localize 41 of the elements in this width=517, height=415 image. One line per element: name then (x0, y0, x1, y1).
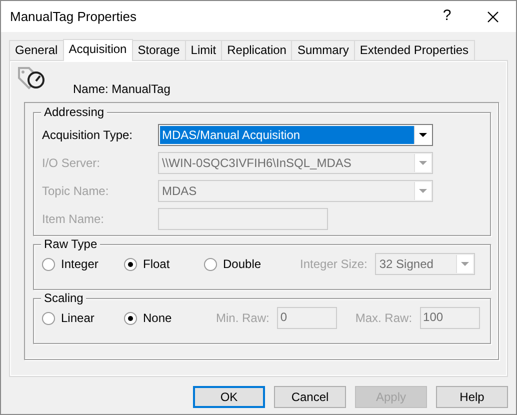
group-title: Scaling (41, 291, 86, 305)
close-icon (487, 10, 499, 22)
dropdown-arrow-icon (419, 161, 427, 165)
radio-option[interactable]: Float (124, 255, 204, 273)
field-label: Topic Name: (42, 183, 110, 200)
radio-button[interactable] (124, 258, 137, 270)
field-label: Min. Raw: (216, 310, 270, 327)
dialog-button[interactable]: Cancel (274, 386, 346, 408)
window-title: ManualTag Properties (10, 8, 138, 26)
radio-option[interactable]: Double (204, 255, 300, 273)
field-label: I/O Server: (42, 155, 102, 172)
dropdown: \\WIN-0SQC3IVFIH6\InSQL_MDAS (158, 152, 433, 174)
radio-button[interactable] (124, 312, 137, 324)
radio-option[interactable]: Linear (42, 309, 124, 327)
group-title: Addressing (41, 105, 108, 119)
dropdown-arrow-icon (419, 189, 427, 193)
radio-button[interactable] (204, 258, 217, 270)
tab[interactable]: Acquisition (62, 39, 133, 61)
dropdown-arrow-icon (419, 133, 427, 137)
radio-button[interactable] (42, 258, 55, 270)
field-label: Integer Size: (300, 256, 368, 273)
group-title: Raw Type (41, 237, 100, 251)
dialog-button[interactable]: OK (193, 386, 265, 408)
dialog-button[interactable]: Help (436, 386, 508, 408)
help-button[interactable]: ? (424, 5, 470, 28)
radio-option[interactable]: None (124, 309, 216, 327)
tab[interactable]: General (9, 40, 64, 60)
dropdown: 32 Signed (375, 253, 476, 275)
dropdown-arrow-icon (461, 262, 470, 266)
tag-name-label: Name: ManualTag (73, 81, 170, 98)
radio-button[interactable] (42, 312, 55, 324)
field-label: Max. Raw: (355, 310, 412, 327)
tab[interactable]: Extended Properties (354, 40, 475, 60)
dropdown: MDAS (158, 180, 433, 202)
radio-option[interactable]: Integer (42, 255, 124, 273)
input-field: 0 (277, 307, 338, 329)
field-label: Acquisition Type: (42, 127, 134, 144)
tag-gauge-icon (17, 66, 47, 92)
field-label: Item Name: (42, 211, 106, 228)
input-field: 100 (420, 307, 480, 329)
dropdown[interactable]: MDAS/Manual Acquisition (158, 124, 433, 146)
